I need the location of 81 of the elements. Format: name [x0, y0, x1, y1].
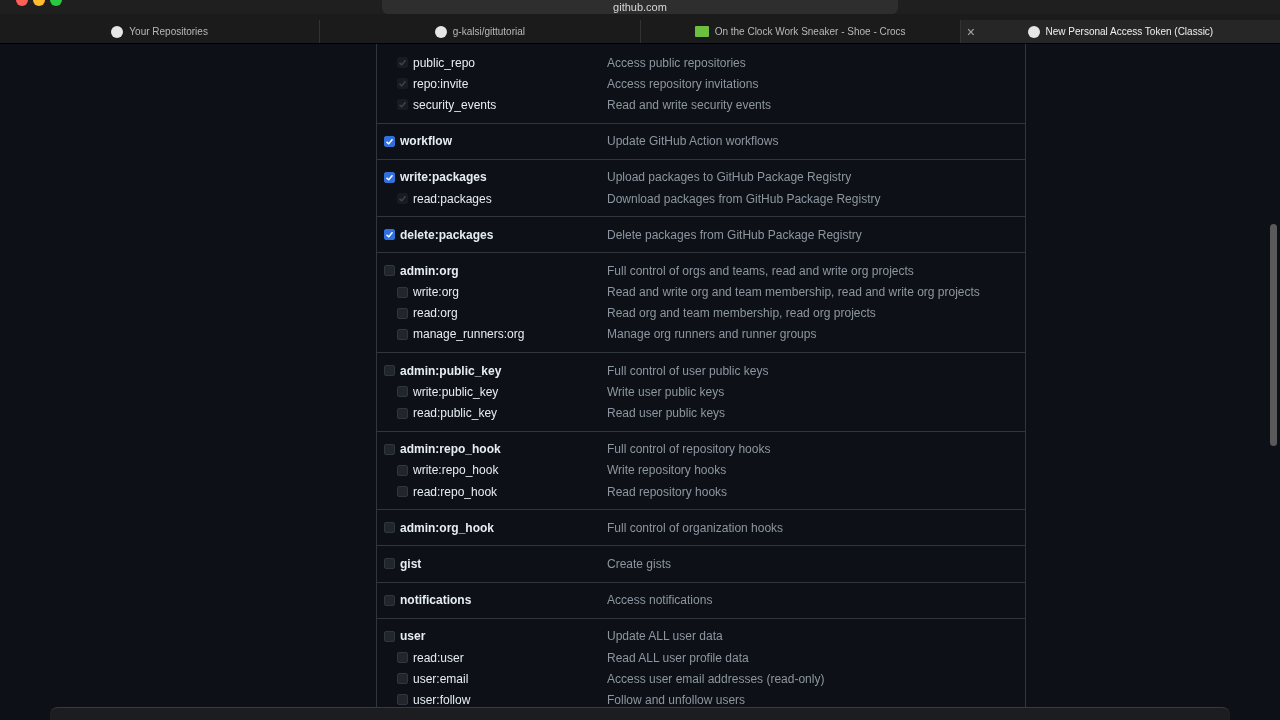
scope-description: Manage org runners and runner groups [607, 327, 817, 342]
checkbox[interactable] [384, 171, 395, 183]
address-text: github.com [613, 1, 667, 14]
checkbox[interactable] [384, 594, 395, 606]
scope-description: Update GitHub Action workflows [607, 134, 779, 149]
scope-description: Follow and unfollow users [607, 692, 746, 707]
scope-name: write:public_key [413, 384, 499, 399]
checkbox[interactable] [397, 386, 408, 398]
scope-name: repo:invite [413, 76, 469, 91]
browser-tab[interactable]: × New Personal Access Token (Classic) [960, 20, 1280, 43]
shoe-icon [694, 26, 709, 37]
scope-name: admin:repo_hook [400, 442, 501, 457]
scope-name: write:org [413, 285, 459, 300]
scope-description: Full control of repository hooks [607, 442, 771, 457]
scope-description: Read repository hooks [607, 484, 728, 499]
scope-name: read:public_key [413, 406, 498, 421]
browser-tab[interactable]: Your Repositories [0, 20, 321, 43]
checkbox[interactable] [397, 694, 408, 706]
scope-description: Access public repositories [607, 55, 746, 70]
scope-name: read:org [413, 306, 458, 321]
scope-name: user:follow [413, 692, 471, 707]
scope-description: Read user public keys [607, 406, 726, 421]
tab-title: g-kalsi/gittutorial [452, 26, 525, 37]
scope-description: Full control of organization hooks [607, 520, 784, 535]
scope-description: Full control of orgs and teams, read and write org projects [607, 263, 914, 278]
scope-name: public_repo [413, 55, 476, 70]
checkbox[interactable] [397, 652, 408, 664]
scope-name: admin:org [400, 263, 459, 278]
scope-name: admin:public_key [400, 363, 502, 378]
scope-description: Access repository invitations [607, 76, 759, 91]
scope-name: admin:org_hook [400, 520, 494, 535]
checkbox[interactable] [397, 486, 408, 498]
checkbox[interactable] [384, 630, 395, 642]
checkbox[interactable] [384, 135, 395, 147]
scope-name: gist [400, 556, 422, 571]
scope-description: Read ALL user profile data [607, 650, 749, 665]
scope-name: user [400, 629, 426, 644]
checkbox[interactable] [397, 328, 408, 340]
checkbox[interactable] [384, 558, 395, 570]
scope-name: manage_runners:org [413, 327, 525, 342]
address-bar[interactable]: github.com [382, 0, 898, 14]
scope-description: Read org and team membership, read org projects [607, 306, 876, 321]
checkbox[interactable] [397, 307, 408, 319]
checkbox[interactable] [397, 407, 408, 419]
scope-name: read:user [413, 650, 464, 665]
scope-description: Read and write org and team membership, read and write org projects [607, 285, 980, 300]
scope-name: security_events [413, 97, 497, 112]
scope-name: delete:packages [400, 227, 494, 242]
checkbox[interactable] [384, 522, 395, 534]
scope-description: Write repository hooks [607, 463, 727, 478]
scope-name: notifications [400, 593, 472, 608]
checkbox[interactable] [397, 464, 408, 476]
scope-description: Read and write security events [607, 97, 772, 112]
checkbox[interactable] [384, 229, 395, 241]
scope-description: Delete packages from GitHub Package Registry [607, 227, 862, 242]
checkbox[interactable] [384, 365, 395, 377]
scope-name: write:packages [400, 170, 487, 185]
tab-title: Your Repositories [129, 26, 208, 37]
scope-name: user:email [413, 671, 469, 686]
browser-tab[interactable]: g-kalsi/gittutorial [320, 20, 641, 43]
scope-description: Upload packages to GitHub Package Registry [607, 170, 852, 185]
browser-tab[interactable]: On the Clock Work Sneaker - Shoe - Crocs [640, 20, 961, 43]
scope-name: read:repo_hook [413, 484, 498, 499]
checkbox[interactable] [384, 443, 395, 455]
scope-name: workflow [400, 134, 452, 149]
close-tab-button[interactable]: × [966, 24, 975, 40]
tab-title: New Personal Access Token (Classic) [1045, 26, 1214, 37]
checkbox[interactable] [397, 286, 408, 298]
tab-title: On the Clock Work Sneaker - Shoe - Crocs [714, 26, 906, 37]
scrollbar-thumb[interactable] [1270, 224, 1277, 446]
checkbox[interactable] [384, 265, 395, 277]
scope-description: Update ALL user data [607, 629, 723, 644]
scope-name: write:repo_hook [413, 463, 499, 478]
scope-description: Create gists [607, 556, 672, 571]
scope-description: Full control of user public keys [607, 363, 769, 378]
scope-description: Download packages from GitHub Package Registry [607, 191, 881, 206]
scope-name: read:packages [413, 191, 492, 206]
scope-description: Write user public keys [607, 384, 725, 399]
scope-description: Access user email addresses (read-only) [607, 671, 825, 686]
scope-description: Access notifications [607, 593, 713, 608]
checkbox[interactable] [397, 673, 408, 685]
